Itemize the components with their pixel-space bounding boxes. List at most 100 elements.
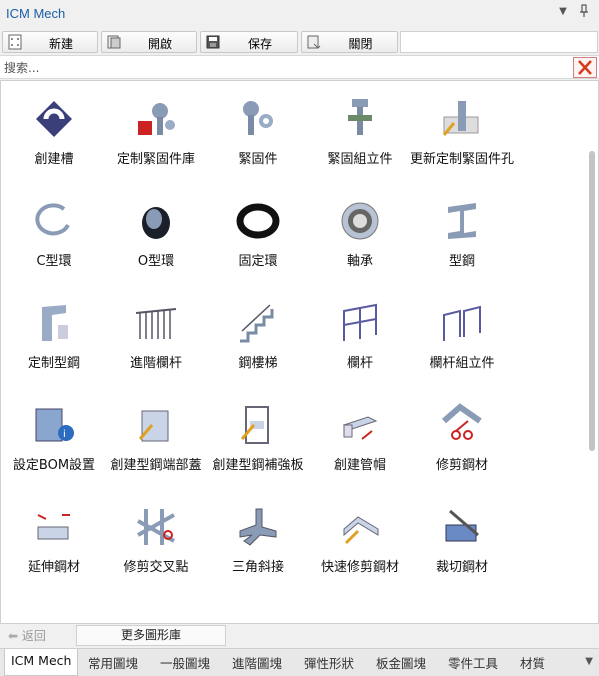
tab-0[interactable]: ICM Mech [4, 649, 79, 676]
toolbar: 新建 開啟 保存 關閉 [0, 30, 599, 54]
search-input[interactable] [4, 58, 564, 77]
tool-item-label: 創建型鋼端部蓋 [110, 458, 202, 473]
new-button-label: 新建 [48, 37, 73, 51]
tool-item-label: 更新定制緊固件孔 [409, 152, 514, 167]
tool-item[interactable]: 三角斜接 [205, 489, 311, 589]
tool-item-label: O型環 [137, 254, 175, 269]
tool-item-label: 修剪鋼材 [435, 458, 488, 473]
trim-steel-icon [440, 403, 484, 447]
tool-item[interactable] [103, 591, 209, 623]
tool-palette: 創建槽 定制緊固件庫 緊固件 緊固組立件 更新定制緊固件孔 C型環 O型環 固定環 軸承 型鋼定制… [0, 80, 599, 624]
save-disk-icon [206, 35, 220, 49]
nav-bar: ⬅ 返回 更多圖形庫 [0, 625, 599, 647]
tab-6[interactable]: 零件工具 [448, 653, 498, 672]
railing-icon [338, 301, 382, 345]
tool-item-label: 創建型鋼補強板 [212, 458, 304, 473]
tool-item-label: 緊固件 [238, 152, 278, 167]
open-file-icon [107, 35, 121, 49]
chevron-down-icon[interactable]: ▼ [556, 6, 570, 17]
tool-item[interactable]: O型環 [103, 183, 209, 283]
tool-item[interactable]: 快速修剪鋼材 [307, 489, 413, 589]
tool-item-label: 三角斜接 [231, 560, 284, 575]
tab-7[interactable]: 材質 [520, 653, 545, 672]
toolbar-empty-slot [400, 31, 598, 53]
tool-item[interactable]: i 設定BOM設置 [1, 387, 107, 487]
custom-steel-section-icon [32, 301, 76, 345]
tabs-overflow-icon[interactable]: ▼ [585, 656, 593, 667]
tool-item[interactable]: 鋼樓梯 [205, 285, 311, 385]
tool-item[interactable]: 定制型鋼 [1, 285, 107, 385]
tool-item[interactable]: 欄杆組立件 [409, 285, 515, 385]
advanced-railing-icon [134, 301, 178, 345]
fastener-assembly-icon [338, 97, 382, 141]
close-button-label: 關閉 [348, 37, 373, 51]
railing-assembly-icon [440, 301, 484, 345]
partial-icon-3 [236, 607, 280, 623]
tool-item[interactable] [1, 591, 107, 623]
tool-item[interactable] [205, 591, 311, 623]
tool-item-label: 欄杆組立件 [429, 356, 495, 371]
retaining-ring-icon [236, 199, 280, 243]
tool-item[interactable]: 創建槽 [1, 81, 107, 181]
tool-item[interactable]: 修剪鋼材 [409, 387, 515, 487]
save-button[interactable]: 保存 [200, 31, 298, 53]
tool-item[interactable]: 創建型鋼補強板 [205, 387, 311, 487]
tool-item-label: C型環 [36, 254, 72, 269]
o-ring-icon [134, 199, 178, 243]
partial-icon-4 [338, 607, 382, 623]
triangle-miter-icon [236, 505, 280, 549]
back-button[interactable]: ⬅ 返回 [8, 627, 46, 644]
vertical-scrollbar[interactable] [589, 151, 595, 451]
close-icon [578, 60, 592, 75]
close-button[interactable]: 關閉 [301, 31, 398, 53]
tool-item[interactable] [409, 591, 515, 623]
tool-item[interactable]: 進階欄杆 [103, 285, 209, 385]
tool-item[interactable]: 型鋼 [409, 183, 515, 283]
tool-item[interactable]: 修剪交叉點 [103, 489, 209, 589]
c-ring-icon [32, 199, 76, 243]
search-bar [0, 55, 599, 79]
steel-end-cap-icon [134, 403, 178, 447]
tool-item[interactable] [307, 591, 413, 623]
tool-item[interactable]: 緊固件 [205, 81, 311, 181]
title-bar: ICM Mech ▼ [0, 0, 599, 28]
bearing-icon [338, 199, 382, 243]
tool-item[interactable]: 創建型鋼端部蓋 [103, 387, 209, 487]
clear-search-button[interactable] [573, 57, 597, 78]
custom-fastener-library-icon [134, 97, 178, 141]
tab-4[interactable]: 彈性形狀 [304, 653, 354, 672]
tab-1[interactable]: 常用圖塊 [88, 653, 138, 672]
close-file-icon [307, 35, 321, 49]
steel-section-icon [440, 199, 484, 243]
tool-item[interactable]: 創建管帽 [307, 387, 413, 487]
tool-item[interactable]: 更新定制緊固件孔 [409, 81, 515, 181]
tool-item-label: 定制型鋼 [27, 356, 80, 371]
tool-item[interactable]: 欄杆 [307, 285, 413, 385]
more-libraries-button[interactable]: 更多圖形庫 [76, 625, 226, 646]
new-button[interactable]: 新建 [2, 31, 98, 53]
tool-item[interactable]: C型環 [1, 183, 107, 283]
update-fastener-hole-icon [440, 97, 484, 141]
new-file-icon [8, 34, 22, 50]
tool-item[interactable]: 裁切鋼材 [409, 489, 515, 589]
tool-item[interactable]: 軸承 [307, 183, 413, 283]
tube-cap-icon [338, 403, 382, 447]
tool-item[interactable]: 緊固組立件 [307, 81, 413, 181]
tool-item[interactable]: 延伸鋼材 [1, 489, 107, 589]
catalog-tabs: ▼ ICM Mech 常用圖塊 一般圖塊 進階圖塊 彈性形狀 板金圖塊 零件工具 材質 [0, 648, 599, 676]
tab-2[interactable]: 一般圖塊 [160, 653, 210, 672]
cut-steel-icon [440, 505, 484, 549]
tool-item-label: 進階欄杆 [129, 356, 182, 371]
tool-item[interactable]: 定制緊固件庫 [103, 81, 209, 181]
tool-item-label: 創建槽 [34, 152, 74, 167]
tool-item-label: 創建管帽 [333, 458, 386, 473]
tab-3[interactable]: 進階圖塊 [232, 653, 282, 672]
tool-item[interactable]: 固定環 [205, 183, 311, 283]
partial-icon-1 [32, 607, 76, 623]
open-button[interactable]: 開啟 [101, 31, 197, 53]
tool-item-label: 修剪交叉點 [123, 560, 189, 575]
pin-icon[interactable] [577, 4, 591, 21]
tab-5[interactable]: 板金圖塊 [376, 653, 426, 672]
steel-stiffener-icon [236, 403, 280, 447]
window-title: ICM Mech [6, 6, 66, 21]
